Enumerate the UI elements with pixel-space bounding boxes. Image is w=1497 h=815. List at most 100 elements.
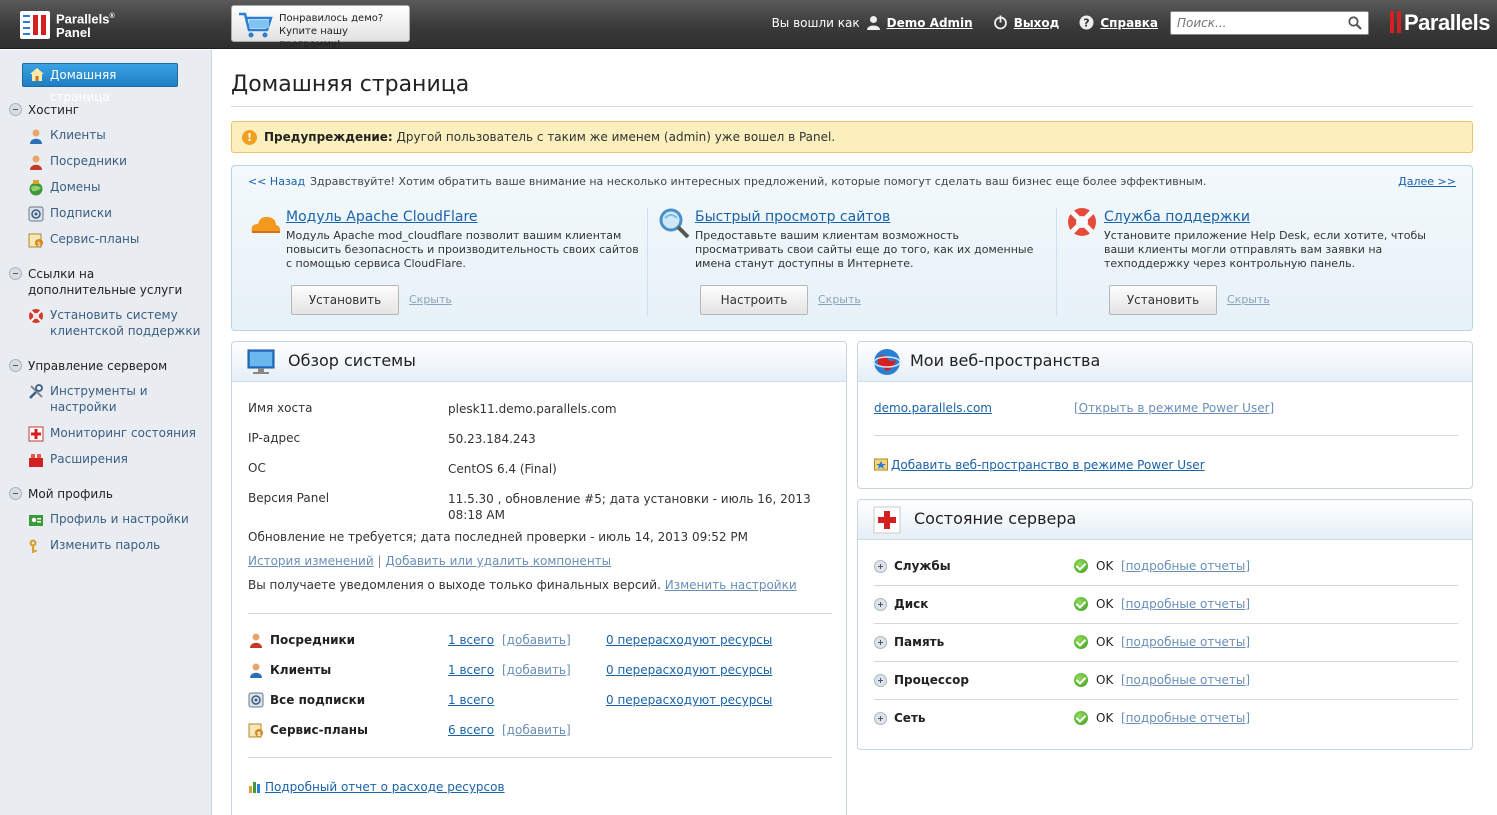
site-preview-hide-link[interactable]: Скрыть	[818, 293, 861, 306]
sidebar-section-server-management[interactable]: Управление сервером	[9, 358, 167, 374]
update-status: Обновление не требуется; дата последней …	[248, 530, 748, 544]
subscriptions-total-link[interactable]: 1 всего	[448, 693, 494, 707]
resource-report-link[interactable]: Подробный отчет о расходе ресурсов	[265, 780, 505, 794]
cpu-details-link[interactable]: [подробные отчеты]	[1121, 673, 1250, 687]
parallels-brand-logo[interactable]: Parallels	[1390, 10, 1491, 36]
help-link[interactable]: Справка	[1100, 16, 1158, 30]
clients-total-link[interactable]: 1 всего	[448, 663, 494, 677]
promotions-panel: << Назад Здравствуйте! Хотим обратить ва…	[231, 165, 1473, 331]
status-row-disk[interactable]: Диск	[874, 597, 928, 611]
clients-overuse-link[interactable]: 0 перерасходуют ресурсы	[606, 663, 772, 677]
stat-subscriptions: Все подписки	[248, 692, 365, 708]
resellers-total-link[interactable]: 1 всего	[448, 633, 494, 647]
cloudflare-title-link[interactable]: Модуль Apache CloudFlare	[286, 209, 478, 225]
power-icon	[993, 15, 1007, 30]
sidebar-section-additional-services[interactable]: Ссылки на дополнительные услуги	[9, 266, 199, 298]
sidebar-item-service-plans[interactable]: $ Сервис-планы	[28, 231, 139, 248]
components-link[interactable]: Добавить или удалить компоненты	[385, 554, 611, 568]
client-icon	[30, 129, 42, 144]
sidebar-item-health-monitoring[interactable]: Мониторинг состояния	[28, 425, 196, 442]
status-row-cpu[interactable]: Процессор	[874, 673, 969, 687]
expand-icon[interactable]	[874, 636, 887, 649]
disk-details-link[interactable]: [подробные отчеты]	[1121, 597, 1250, 611]
globe-icon	[873, 349, 901, 375]
status-row-services[interactable]: Службы	[874, 559, 951, 573]
sidebar-item-profile-settings[interactable]: Профиль и настройки	[28, 511, 189, 527]
search-input[interactable]	[1175, 14, 1340, 32]
expand-icon[interactable]	[874, 560, 887, 573]
reseller-icon	[30, 155, 42, 170]
sidebar: Домашняя страница Хостинг Клиенты Посред…	[0, 50, 212, 815]
site-preview-title-link[interactable]: Быстрый просмотр сайтов	[695, 209, 890, 225]
webspace-domain-link[interactable]: demo.parallels.com	[874, 401, 992, 415]
site-preview-configure-button[interactable]: Настроить	[700, 285, 808, 315]
svg-text:?: ?	[1084, 17, 1090, 30]
ok-check-icon	[1074, 597, 1088, 611]
service-plans-total-link[interactable]: 6 всего	[448, 723, 494, 737]
home-page-button[interactable]: Домашняя страница	[22, 63, 178, 104]
service-plan-icon: $	[28, 233, 43, 248]
monitor-icon	[247, 349, 275, 374]
status-row-network[interactable]: Сеть	[874, 711, 926, 725]
sidebar-item-resellers[interactable]: Посредники	[28, 153, 127, 170]
search-box	[1170, 11, 1369, 35]
expand-icon[interactable]	[874, 674, 887, 687]
panel-logo-icon	[20, 11, 50, 39]
change-settings-link[interactable]: Изменить настройки	[665, 578, 797, 592]
add-webspace-link[interactable]: Добавить веб-пространство в режиме Power…	[891, 458, 1205, 472]
warning-icon: !	[242, 130, 257, 145]
service-plans-add-link[interactable]: [добавить]	[502, 723, 571, 737]
sidebar-item-subscriptions[interactable]: Подписки	[28, 205, 112, 222]
logout-link[interactable]: Выход	[1014, 16, 1060, 30]
network-details-link[interactable]: [подробные отчеты]	[1121, 711, 1250, 725]
resellers-overuse-link[interactable]: 0 перерасходуют ресурсы	[606, 633, 772, 647]
cloudflare-description: Модуль Apache mod_cloudflare позволит ва…	[286, 229, 639, 270]
cloudflare-hide-link[interactable]: Скрыть	[409, 293, 452, 306]
user-icon	[866, 16, 880, 30]
sidebar-item-extensions[interactable]: Расширения	[28, 451, 128, 467]
open-power-user-link[interactable]: [Открыть в режиме Power User]	[1074, 401, 1274, 415]
resellers-add-link[interactable]: [добавить]	[502, 633, 571, 647]
ok-check-icon	[1074, 635, 1088, 649]
help-icon: ?	[1079, 15, 1094, 30]
collapse-icon[interactable]	[9, 267, 22, 280]
memory-details-link[interactable]: [подробные отчеты]	[1121, 635, 1250, 649]
subscriptions-overuse-link[interactable]: 0 перерасходуют ресурсы	[606, 693, 772, 707]
helpdesk-hide-link[interactable]: Скрыть	[1227, 293, 1270, 306]
sidebar-item-clients[interactable]: Клиенты	[28, 127, 106, 144]
sidebar-item-install-helpdesk[interactable]: Установить систему клиентской поддержки	[28, 307, 203, 339]
sidebar-item-change-password[interactable]: Изменить пароль	[28, 537, 160, 553]
tools-icon	[29, 384, 43, 399]
parallels-panel-logo[interactable]: Parallels® Panel	[20, 9, 130, 41]
promo-line1: Понравилось демо?	[279, 13, 384, 24]
status-row-memory[interactable]: Память	[874, 635, 944, 649]
stat-service-plans: $ Сервис-планы	[248, 723, 368, 738]
collapse-icon[interactable]	[9, 103, 22, 116]
buy-promo-button[interactable]: Понравилось демо? Купите нашу программу!	[231, 5, 410, 50]
expand-icon[interactable]	[874, 712, 887, 725]
promo-back-link[interactable]: << Назад	[248, 175, 305, 188]
client-icon	[250, 663, 262, 678]
promo-next-link[interactable]: Далее >>	[1398, 175, 1456, 188]
sidebar-item-tools-settings[interactable]: Инструменты и настройки	[28, 383, 188, 415]
sidebar-item-domains[interactable]: Домены	[28, 179, 100, 196]
clients-add-link[interactable]: [добавить]	[502, 663, 571, 677]
collapse-icon[interactable]	[9, 487, 22, 500]
helpdesk-title-link[interactable]: Служба поддержки	[1104, 209, 1250, 225]
status-ok-disk: OK	[1074, 597, 1113, 611]
collapse-icon[interactable]	[9, 359, 22, 372]
search-icon[interactable]	[1348, 16, 1362, 30]
services-details-link[interactable]: [подробные отчеты]	[1121, 559, 1250, 573]
changelog-link[interactable]: История изменений	[248, 554, 374, 568]
cloudflare-install-button[interactable]: Установить	[291, 285, 399, 315]
logged-in-label: Вы вошли как	[771, 15, 860, 30]
webspaces-title: Мои веб-пространства	[910, 351, 1101, 370]
user-name-link[interactable]: Demo Admin	[887, 16, 973, 30]
medical-cross-icon	[873, 506, 901, 534]
domain-globe-icon	[29, 180, 43, 196]
sidebar-section-hosting[interactable]: Хостинг	[9, 102, 79, 118]
sidebar-section-my-profile[interactable]: Мой профиль	[9, 486, 113, 502]
helpdesk-install-button[interactable]: Установить	[1109, 285, 1217, 315]
panel-version-label: Версия Panel	[248, 491, 330, 505]
expand-icon[interactable]	[874, 598, 887, 611]
